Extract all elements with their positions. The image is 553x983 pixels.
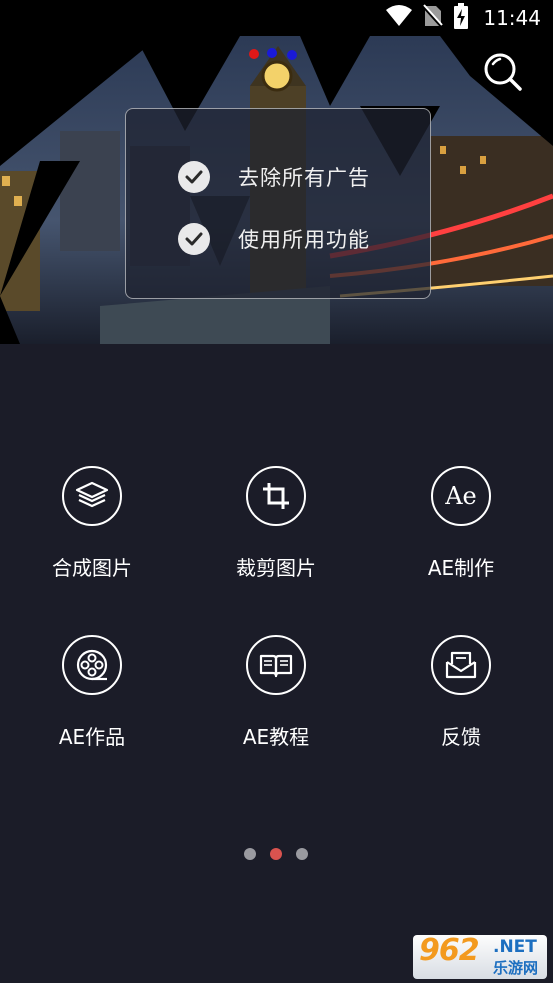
feature-label: AE作品 — [58, 725, 126, 749]
watermark-sub: 乐游网 — [493, 959, 539, 977]
ae-icon-text: Ae — [445, 482, 477, 510]
page-dot[interactable] — [244, 848, 256, 860]
film-reel-icon — [62, 635, 122, 695]
feature-label: 合成图片 — [52, 556, 132, 580]
book-icon — [246, 635, 306, 695]
watermark-net: .NET — [493, 937, 537, 957]
feature-ae-create[interactable]: Ae AE制作 — [386, 466, 536, 606]
feature-crop-image[interactable]: 裁剪图片 — [201, 466, 351, 606]
feature-label: 裁剪图片 — [236, 556, 316, 580]
page-indicator — [244, 848, 308, 860]
ae-icon: Ae — [431, 466, 491, 526]
watermark-number: 962 — [419, 933, 480, 968]
site-watermark: 962 .NET 乐游网 — [413, 933, 547, 979]
layers-icon — [62, 466, 122, 526]
feature-grid: 合成图片 裁剪图片 Ae AE制作 AE作品 AE教程 反馈 — [0, 0, 553, 983]
feature-compose-image[interactable]: 合成图片 — [17, 466, 167, 606]
page-dot[interactable] — [296, 848, 308, 860]
feature-label: 反馈 — [441, 725, 481, 749]
feature-feedback[interactable]: 反馈 — [386, 635, 536, 775]
feature-ae-works[interactable]: AE作品 — [17, 635, 167, 775]
crop-icon — [246, 466, 306, 526]
feature-label: AE教程 — [242, 725, 310, 749]
feature-ae-tutorial[interactable]: AE教程 — [201, 635, 351, 775]
page-dot-active[interactable] — [270, 848, 282, 860]
feature-label: AE制作 — [427, 556, 495, 580]
mail-icon — [431, 635, 491, 695]
